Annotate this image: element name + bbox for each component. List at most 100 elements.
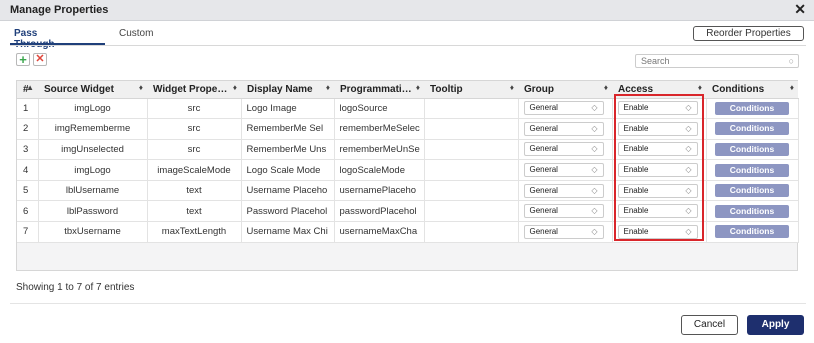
programmatic-name-cell[interactable]: rememberMeUnSe (334, 139, 425, 161)
display-name-cell[interactable]: RememberMe Uns (241, 139, 335, 161)
group-select-value: General (529, 123, 558, 133)
access-column-highlight (614, 94, 704, 241)
programmatic-name-cell[interactable]: usernamePlaceho (334, 180, 425, 202)
column-header-tooltip[interactable]: Tooltip ♦ (424, 81, 518, 99)
group-select-value: General (529, 226, 558, 236)
group-cell: General ◇ (518, 200, 613, 223)
column-header-widget-property[interactable]: Widget Prope… ♦ (147, 81, 241, 99)
dialog-title: Manage Properties (10, 4, 109, 16)
column-header-display-name[interactable]: Display Name ♦ (241, 81, 334, 99)
widget-property-cell[interactable]: imageScaleMode (147, 159, 242, 181)
tooltip-cell[interactable] (424, 98, 519, 120)
widget-property-cell[interactable]: src (147, 139, 242, 161)
cancel-button[interactable]: Cancel (681, 315, 738, 335)
select-chevron-icon: ◇ (591, 226, 598, 236)
group-select-value: General (529, 185, 558, 195)
conditions-cell: Conditions (706, 118, 799, 140)
widget-property-cell[interactable]: text (147, 200, 242, 223)
select-chevron-icon: ◇ (591, 206, 598, 216)
group-select[interactable]: General ◇ (523, 101, 604, 116)
select-chevron-icon: ◇ (591, 165, 598, 175)
group-select[interactable]: General ◇ (523, 163, 604, 178)
group-cell: General ◇ (518, 98, 613, 120)
display-name-cell[interactable]: Logo Scale Mode (241, 159, 335, 181)
widget-property-cell[interactable]: src (147, 98, 242, 120)
entries-info: Showing 1 to 7 of 7 entries (16, 282, 135, 293)
conditions-button[interactable]: Conditions (715, 163, 789, 177)
group-cell: General ◇ (518, 180, 613, 202)
display-name-cell[interactable]: Logo Image (241, 98, 335, 120)
row-number: 7 (17, 221, 39, 243)
dialog-titlebar: Manage Properties ✕ (0, 0, 814, 21)
conditions-button[interactable]: Conditions (715, 184, 789, 198)
conditions-button[interactable]: Conditions (715, 122, 789, 136)
group-cell: General ◇ (518, 118, 613, 140)
column-header-conditions[interactable]: Conditions ♦ (706, 81, 798, 99)
programmatic-name-cell[interactable]: logoSource (334, 98, 425, 120)
add-icon[interactable]: + (16, 53, 30, 66)
widget-property-cell[interactable]: text (147, 180, 242, 202)
display-name-cell[interactable]: RememberMe Sel (241, 118, 335, 140)
search-box: ○ (635, 54, 799, 68)
tooltip-cell[interactable] (424, 118, 519, 140)
conditions-button[interactable]: Conditions (715, 225, 789, 239)
widget-property-cell[interactable]: maxTextLength (147, 221, 242, 243)
footer-divider (10, 303, 806, 304)
conditions-cell: Conditions (706, 139, 799, 161)
row-number: 5 (17, 180, 39, 202)
group-select-value: General (529, 144, 558, 154)
tab-custom[interactable]: Custom (119, 28, 153, 39)
column-header-source-widget[interactable]: Source Widget ♦ (38, 81, 147, 99)
delete-icon[interactable]: ✕ (33, 53, 47, 66)
conditions-cell: Conditions (706, 221, 799, 243)
conditions-button[interactable]: Conditions (715, 204, 789, 218)
group-select[interactable]: General ◇ (523, 121, 604, 136)
conditions-button[interactable]: Conditions (715, 142, 789, 156)
source-widget-cell[interactable]: imgUnselected (38, 139, 148, 161)
tooltip-cell[interactable] (424, 139, 519, 161)
reorder-properties-button[interactable]: Reorder Properties (693, 26, 804, 41)
row-number: 4 (17, 159, 39, 181)
conditions-button[interactable]: Conditions (715, 101, 789, 115)
select-chevron-icon: ◇ (591, 144, 598, 154)
widget-property-cell[interactable]: src (147, 118, 242, 140)
select-chevron-icon: ◇ (591, 123, 598, 133)
source-widget-cell[interactable]: imgLogo (38, 98, 148, 120)
row-number: 1 (17, 98, 39, 120)
search-input[interactable] (636, 55, 776, 67)
group-select[interactable]: General ◇ (523, 204, 604, 219)
programmatic-name-cell[interactable]: rememberMeSelec (334, 118, 425, 140)
display-name-cell[interactable]: Username Max Chi (241, 221, 335, 243)
conditions-cell: Conditions (706, 200, 799, 223)
group-cell: General ◇ (518, 221, 613, 243)
group-select-value: General (529, 165, 558, 175)
display-name-cell[interactable]: Password Placehol (241, 200, 335, 223)
source-widget-cell[interactable]: lblUsername (38, 180, 148, 202)
source-widget-cell[interactable]: imgRememberme (38, 118, 148, 140)
tooltip-cell[interactable] (424, 180, 519, 202)
group-select[interactable]: General ◇ (523, 142, 604, 157)
display-name-cell[interactable]: Username Placeho (241, 180, 335, 202)
tooltip-cell[interactable] (424, 221, 519, 243)
tooltip-cell[interactable] (424, 159, 519, 181)
column-header-num[interactable]: # ▲ (17, 81, 38, 99)
column-header-group[interactable]: Group ♦ (518, 81, 612, 99)
source-widget-cell[interactable]: tbxUsername (38, 221, 148, 243)
row-number: 3 (17, 139, 39, 161)
group-select-value: General (529, 103, 558, 113)
programmatic-name-cell[interactable]: passwordPlacehol (334, 200, 425, 223)
row-number: 6 (17, 200, 39, 223)
source-widget-cell[interactable]: lblPassword (38, 200, 148, 223)
apply-button[interactable]: Apply (747, 315, 804, 335)
programmatic-name-cell[interactable]: usernameMaxCha (334, 221, 425, 243)
programmatic-name-cell[interactable]: logoScaleMode (334, 159, 425, 181)
column-header-programmatic-name[interactable]: Programmati… ♦ (334, 81, 424, 99)
tooltip-cell[interactable] (424, 200, 519, 223)
group-select[interactable]: General ◇ (523, 183, 604, 198)
conditions-cell: Conditions (706, 159, 799, 181)
group-select[interactable]: General ◇ (523, 224, 604, 239)
tab-pass-through[interactable]: Pass Through (14, 28, 55, 50)
select-chevron-icon: ◇ (591, 103, 598, 113)
source-widget-cell[interactable]: imgLogo (38, 159, 148, 181)
close-icon[interactable]: ✕ (794, 1, 806, 18)
